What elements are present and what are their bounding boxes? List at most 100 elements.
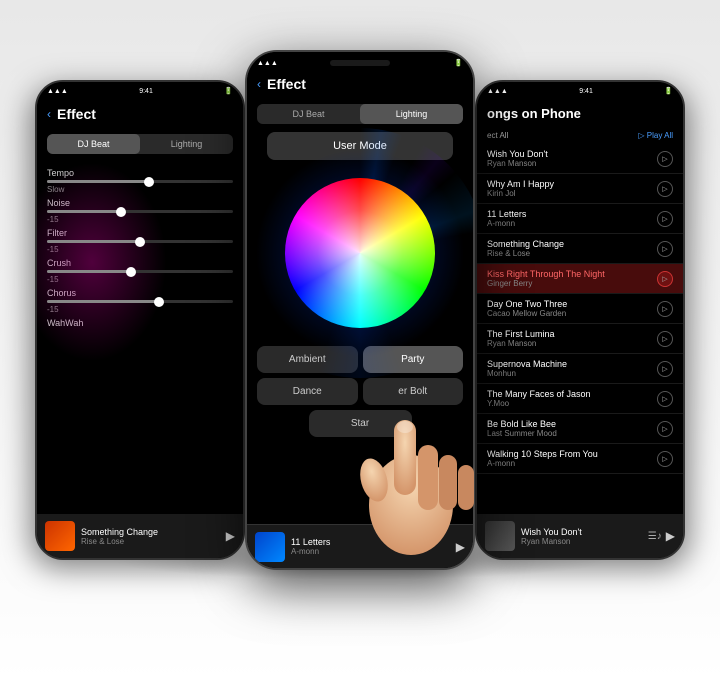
center-tab-djbeat[interactable]: DJ Beat	[257, 104, 360, 124]
right-phone: ▲▲▲ 9:41 🔋 ongs on Phone ect All ▷ Play …	[475, 80, 685, 560]
song-title-8: The Many Faces of Jason	[487, 389, 657, 399]
right-now-playing: Wish You Don't Ryan Manson ☰♪ ▶	[477, 514, 683, 558]
song-item-9[interactable]: Be Bold Like Bee Last Summer Mood ▷	[477, 414, 683, 444]
song-play-8[interactable]: ▷	[657, 391, 673, 407]
song-artist-6: Ryan Manson	[487, 339, 657, 348]
center-battery: 🔋	[454, 59, 463, 67]
song-artist-5: Cacao Mellow Garden	[487, 309, 657, 318]
left-tab-djbeat[interactable]: DJ Beat	[47, 134, 140, 154]
left-np-play-icon[interactable]: ▶	[226, 529, 235, 543]
mode-btn-dance[interactable]: Dance	[257, 378, 358, 405]
center-tab-lighting[interactable]: Lighting	[360, 104, 463, 124]
song-play-1[interactable]: ▷	[657, 181, 673, 197]
song-play-6[interactable]: ▷	[657, 331, 673, 347]
song-info-5: Day One Two Three Cacao Mellow Garden	[487, 299, 657, 318]
right-play-all[interactable]: ▷ Play All	[638, 131, 673, 140]
left-effect-header: ‹ Effect	[37, 100, 243, 128]
sliders-section: Tempo Slow Noise -15 Filter -15	[37, 160, 243, 334]
filter-track[interactable]	[47, 240, 233, 243]
song-info-6: The First Lumina Ryan Manson	[487, 329, 657, 348]
crush-track[interactable]	[47, 270, 233, 273]
center-np-play-icon[interactable]: ▶	[456, 540, 465, 554]
song-item-5[interactable]: Day One Two Three Cacao Mellow Garden ▷	[477, 294, 683, 324]
song-item-0[interactable]: Wish You Don't Ryan Manson ▷	[477, 144, 683, 174]
color-wheel[interactable]	[285, 178, 435, 328]
crush-label: Crush	[47, 258, 233, 268]
song-artist-0: Ryan Manson	[487, 159, 657, 168]
song-play-10[interactable]: ▷	[657, 451, 673, 467]
song-play-2[interactable]: ▷	[657, 211, 673, 227]
center-back-arrow[interactable]: ‹	[257, 77, 261, 91]
song-play-7[interactable]: ▷	[657, 361, 673, 377]
song-play-4[interactable]: ▷	[657, 271, 673, 287]
noise-track[interactable]	[47, 210, 233, 213]
right-np-info: Wish You Don't Ryan Manson	[521, 527, 642, 546]
song-title-4: Kiss Right Through The Night	[487, 269, 657, 279]
song-title-1: Why Am I Happy	[487, 179, 657, 189]
song-item-3[interactable]: Something Change Rise & Lose ▷	[477, 234, 683, 264]
left-back-arrow[interactable]: ‹	[47, 107, 51, 121]
right-signal: ▲▲▲	[487, 88, 508, 95]
song-item-10[interactable]: Walking 10 Steps From You A-monn ▷	[477, 444, 683, 474]
left-status-bar: ▲▲▲ 9:41 🔋	[37, 82, 243, 100]
left-np-info: Something Change Rise & Lose	[81, 527, 220, 546]
song-info-7: Supernova Machine Monhun	[487, 359, 657, 378]
song-item-6[interactable]: The First Lumina Ryan Manson ▷	[477, 324, 683, 354]
song-title-9: Be Bold Like Bee	[487, 419, 657, 429]
right-songs-header: ongs on Phone	[477, 100, 683, 127]
right-np-queue-icon[interactable]: ☰♪	[648, 531, 662, 542]
song-info-0: Wish You Don't Ryan Manson	[487, 149, 657, 168]
left-now-playing: Something Change Rise & Lose ▶	[37, 514, 243, 558]
right-np-controls: ☰♪ ▶	[648, 529, 675, 543]
song-artist-7: Monhun	[487, 369, 657, 378]
song-item-1[interactable]: Why Am I Happy Kirin Jol ▷	[477, 174, 683, 204]
right-np-title: Wish You Don't	[521, 527, 642, 537]
chorus-value: -15	[47, 305, 233, 314]
noise-label: Noise	[47, 198, 233, 208]
left-tab-lighting[interactable]: Lighting	[140, 134, 233, 154]
song-item-2[interactable]: 11 Letters A-monn ▷	[477, 204, 683, 234]
center-np-thumb	[255, 532, 285, 562]
left-phone: ▲▲▲ 9:41 🔋 ‹ Effect DJ Beat Lighting Tem…	[35, 80, 245, 560]
song-artist-9: Last Summer Mood	[487, 429, 657, 438]
song-artist-3: Rise & Lose	[487, 249, 657, 258]
song-item-7[interactable]: Supernova Machine Monhun ▷	[477, 354, 683, 384]
crush-value: -15	[47, 275, 233, 284]
tempo-label: Tempo	[47, 168, 233, 178]
chorus-track[interactable]	[47, 300, 233, 303]
song-play-5[interactable]: ▷	[657, 301, 673, 317]
left-np-controls: ▶	[226, 529, 235, 543]
right-time: 9:41	[579, 88, 593, 95]
center-effect-header: ‹ Effect	[247, 70, 473, 98]
tempo-track[interactable]	[47, 180, 233, 183]
center-np-controls: ▶	[456, 540, 465, 554]
right-np-play-icon[interactable]: ▶	[666, 529, 675, 543]
center-phone-screen: ▲▲▲ 🔋 ‹ Effect DJ Beat Lighting User Mod…	[247, 52, 473, 568]
right-phone-screen: ▲▲▲ 9:41 🔋 ongs on Phone ect All ▷ Play …	[477, 82, 683, 558]
song-artist-2: A-monn	[487, 219, 657, 228]
song-title-10: Walking 10 Steps From You	[487, 449, 657, 459]
song-title-0: Wish You Don't	[487, 149, 657, 159]
song-item-8[interactable]: The Many Faces of Jason Y.Moo ▷	[477, 384, 683, 414]
center-np-title: 11 Letters	[291, 537, 450, 547]
right-np-artist: Ryan Manson	[521, 537, 642, 546]
song-play-0[interactable]: ▷	[657, 151, 673, 167]
song-artist-4: Ginger Berry	[487, 279, 657, 288]
left-phone-screen: ▲▲▲ 9:41 🔋 ‹ Effect DJ Beat Lighting Tem…	[37, 82, 243, 558]
noise-value: -15	[47, 215, 233, 224]
right-select-all[interactable]: ect All	[487, 131, 508, 140]
song-play-3[interactable]: ▷	[657, 241, 673, 257]
song-play-9[interactable]: ▷	[657, 421, 673, 437]
center-notch	[330, 60, 390, 66]
center-np-artist: A-monn	[291, 547, 450, 556]
center-np-info: 11 Letters A-monn	[291, 537, 450, 556]
song-title-7: Supernova Machine	[487, 359, 657, 369]
song-info-4: Kiss Right Through The Night Ginger Berr…	[487, 269, 657, 288]
song-item-4[interactable]: Kiss Right Through The Night Ginger Berr…	[477, 264, 683, 294]
mode-btn-thunderbolt[interactable]: er Bolt	[363, 378, 464, 405]
center-signal: ▲▲▲	[257, 60, 278, 67]
song-info-3: Something Change Rise & Lose	[487, 239, 657, 258]
mode-btn-star[interactable]: Star	[309, 410, 412, 437]
song-title-5: Day One Two Three	[487, 299, 657, 309]
center-header-title: Effect	[267, 76, 306, 92]
